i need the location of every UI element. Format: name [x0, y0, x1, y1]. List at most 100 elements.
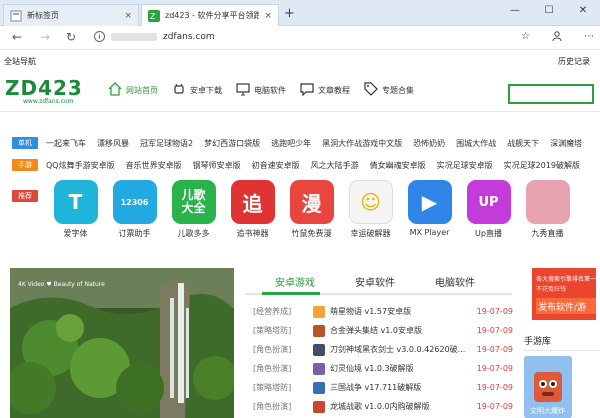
tag-link[interactable]: 倩女幽魂安卓版 — [370, 160, 426, 171]
nav-articles[interactable]: 文章教程 — [300, 82, 350, 98]
history-link[interactable]: 历史记录 — [558, 56, 590, 67]
tag-link[interactable]: 围城大作战 — [456, 138, 496, 149]
tab-pc-software[interactable]: 电脑软件 — [415, 274, 495, 289]
badge-recommend: 推荐 — [12, 190, 38, 202]
site-logo[interactable]: ZD423 www.zdfans.com — [5, 76, 91, 106]
category-label[interactable]: [角色扮演] — [253, 363, 313, 374]
svg-text:Z: Z — [150, 12, 156, 21]
search-input[interactable] — [508, 84, 594, 104]
tag-link[interactable]: 深渊魔塔 — [550, 138, 582, 149]
category-label[interactable]: [角色扮演] — [253, 344, 313, 355]
release-date: 19-07-09 — [476, 307, 513, 316]
release-date: 19-07-09 — [476, 345, 513, 354]
tag-link[interactable]: 音乐世界安卓版 — [126, 160, 182, 171]
game-title[interactable]: 三国战争 v17.711破解版 — [330, 382, 473, 393]
tag-row-single: 单机 一起来飞车 漂移风暴 冠军足球物语2 梦幻西游口袋版 逃跑吧少年 黑洞大作战游戏中文… — [12, 136, 593, 150]
tag-link[interactable]: 一起来飞车 — [46, 138, 86, 149]
app-item[interactable]: 12306 订票助手 — [105, 180, 164, 239]
site-favicon: Z — [148, 9, 160, 22]
app-item[interactable]: 漫竹鼠免费漫 — [282, 180, 341, 239]
tag-link[interactable]: 钢琴师安卓版 — [193, 160, 241, 171]
new-tab-button[interactable]: + — [284, 6, 295, 21]
category-label[interactable]: [角色扮演] — [253, 401, 313, 412]
game-title[interactable]: 幻灵仙境 v1.0.3破解版 — [330, 363, 473, 374]
nav-label: 专题合集 — [382, 85, 414, 95]
category-label[interactable]: [经营养成] — [253, 306, 313, 317]
nav-label: 网站首页 — [126, 85, 158, 95]
app-icon — [525, 180, 570, 224]
android-icon — [172, 82, 186, 98]
nav-pc-software[interactable]: 电脑软件 — [236, 82, 286, 98]
chat-icon — [300, 82, 314, 98]
close-window-button[interactable]: ✕ — [566, 0, 600, 20]
tag-link[interactable]: 逃跑吧少年 — [271, 138, 311, 149]
publish-ad[interactable]: 各大搜索引擎排名第一 不花冤枉钱 发布软件/游 — [532, 268, 596, 320]
game-title[interactable]: 刀剑神域黑衣剑士 v3.0.0.42620破... — [330, 344, 473, 355]
star-icon[interactable]: ☆ — [521, 31, 530, 44]
person-icon[interactable] — [552, 31, 562, 44]
app-item[interactable]: 追追书神器 — [223, 180, 282, 239]
app-item[interactable]: ☺ 幸运破解器 — [341, 180, 400, 239]
forward-button[interactable]: → — [40, 30, 50, 44]
waterfall-image — [10, 268, 234, 418]
tag-link[interactable]: 风之大陆手游 — [311, 160, 359, 171]
site-nav-link[interactable]: 全站导航 — [4, 56, 36, 67]
app-name: 竹鼠免费漫 — [291, 229, 332, 238]
sidebar-title: 手游库 — [524, 337, 552, 347]
list-item[interactable]: [经营养成] 萌星物语 v1.57安卓版 19-07-09 — [253, 302, 513, 321]
game-title[interactable]: 龙城战歌 v1.0.0内购破解版 — [330, 401, 473, 412]
browser-tab-newtab[interactable]: 新标签页 × — [3, 4, 139, 26]
app-item[interactable]: UP Up直播 — [459, 180, 518, 239]
browser-tab-zd423[interactable]: Z zd423 - 软件分享平台领跑者 × — [141, 4, 279, 26]
app-item[interactable]: ▶ MX Player — [400, 180, 459, 239]
more-menu-icon[interactable]: ⋯ — [584, 31, 594, 44]
nav-home[interactable]: 网站首页 — [108, 82, 158, 98]
tag-link[interactable]: 梦幻西游口袋版 — [204, 138, 260, 149]
tag-link[interactable]: 实况足球2019破解版 — [504, 160, 580, 171]
nav-label: 文章教程 — [318, 85, 350, 95]
app-item[interactable]: T 爱字体 — [46, 180, 105, 239]
back-button[interactable]: ← — [12, 30, 22, 44]
app-icon: 儿歌大全 — [171, 180, 216, 224]
nav-android[interactable]: 安卓下载 — [172, 82, 222, 98]
tag-link[interactable]: QQ炫舞手游安卓版 — [46, 160, 115, 171]
category-label[interactable]: [策略塔防] — [253, 382, 313, 393]
game-title[interactable]: 合金弹头集结 v1.0安卓版 — [330, 325, 473, 336]
tab-title: 新标签页 — [27, 11, 59, 20]
featured-game-card[interactable]: 文明大爆炸 — [524, 356, 572, 418]
tab-android-games[interactable]: 安卓游戏 — [255, 274, 335, 289]
app-item[interactable]: 儿歌大全 儿歌多多 — [164, 180, 223, 239]
close-tab-icon[interactable]: × — [124, 11, 132, 21]
divider — [524, 350, 600, 351]
list-item[interactable]: [策略塔防] 合金弹头集结 v1.0安卓版 19-07-09 — [253, 321, 513, 340]
tag-link[interactable]: 黑洞大作战游戏中文版 — [322, 138, 402, 149]
game-title[interactable]: 萌星物语 v1.57安卓版 — [330, 306, 473, 317]
close-tab-icon[interactable]: × — [264, 11, 272, 21]
featured-banner[interactable]: 4K Video ♥ Beauty of Nature — [10, 268, 234, 418]
tab-android-software[interactable]: 安卓软件 — [335, 274, 415, 289]
game-icon — [313, 400, 325, 413]
nav-topics[interactable]: 专题合集 — [364, 82, 414, 98]
list-item[interactable]: [角色扮演] 刀剑神域黑衣剑士 v3.0.0.42620破... 19-07-09 — [253, 340, 513, 359]
maximize-button[interactable]: ☐ — [532, 0, 566, 20]
tag-link[interactable]: 恐怖奶奶 — [413, 138, 445, 149]
info-icon[interactable]: i — [94, 31, 105, 42]
tag-link[interactable]: 初音速安卓版 — [252, 160, 300, 171]
badge-single: 单机 — [12, 137, 38, 149]
app-icon: T — [53, 180, 98, 224]
minimize-button[interactable]: — — [498, 0, 532, 20]
nav-label: 安卓下载 — [190, 85, 222, 95]
tag-link[interactable]: 战舰天下 — [507, 138, 539, 149]
category-label[interactable]: [策略塔防] — [253, 325, 313, 336]
list-item[interactable]: [角色扮演] 龙城战歌 v1.0.0内购破解版 19-07-09 — [253, 397, 513, 416]
reload-button[interactable]: ↻ — [66, 30, 76, 44]
url-field[interactable]: i zdfans.com — [94, 31, 215, 42]
app-item[interactable]: 九秀直播 — [518, 180, 577, 239]
list-item[interactable]: [角色扮演] 幻灵仙境 v1.0.3破解版 19-07-09 — [253, 359, 513, 378]
publish-button[interactable]: 发布软件/游 — [536, 298, 596, 314]
app-glyph: 儿歌大全 — [181, 188, 206, 215]
tag-link[interactable]: 冠军足球物语2 — [140, 138, 193, 149]
list-item[interactable]: [策略塔防] 三国战争 v17.711破解版 19-07-09 — [253, 378, 513, 397]
tag-link[interactable]: 实况足球安卓版 — [437, 160, 493, 171]
tag-link[interactable]: 漂移风暴 — [97, 138, 129, 149]
